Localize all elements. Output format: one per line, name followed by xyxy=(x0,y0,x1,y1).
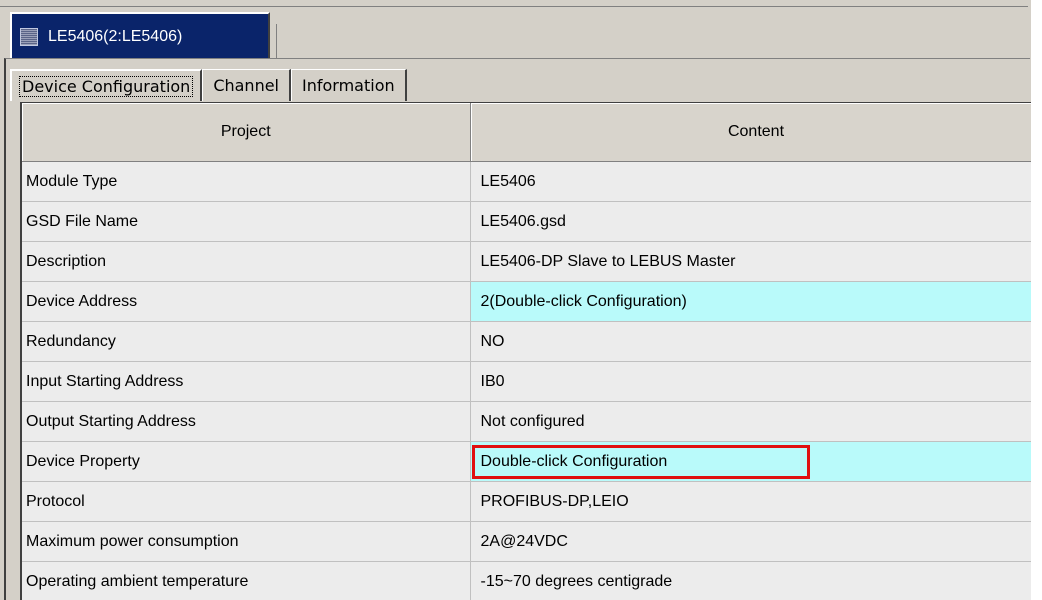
tab-label: Channel xyxy=(213,76,279,95)
tab-device-configuration[interactable]: Device Configuration xyxy=(10,69,203,101)
column-header-project[interactable]: Project xyxy=(22,103,471,162)
row-content-cell: IB0 xyxy=(470,361,1042,402)
tab-channel[interactable]: Channel xyxy=(202,69,291,101)
row-project-cell: Redundancy xyxy=(22,321,471,362)
document-tab[interactable]: LE5406(2:LE5406) xyxy=(10,12,270,58)
module-icon xyxy=(20,28,38,46)
row-content-cell: LE5406.gsd xyxy=(470,201,1042,242)
document-tab-inner: LE5406(2:LE5406) xyxy=(20,22,272,52)
table-row[interactable]: Maximum power consumption 2A@24VDC xyxy=(22,521,1042,562)
tab-information[interactable]: Information xyxy=(291,69,407,101)
table-header-row: Project Content xyxy=(22,103,1042,162)
row-content-editable-cell[interactable]: 2(Double-click Configuration) xyxy=(470,281,1042,322)
tab-label: Device Configuration xyxy=(18,75,194,97)
document-tab-label: LE5406(2:LE5406) xyxy=(48,28,183,45)
row-content-editable-cell[interactable]: Double-click Configuration xyxy=(470,441,1042,482)
row-content-cell: 2A@24VDC xyxy=(470,521,1042,562)
row-project-cell: Description xyxy=(22,241,471,282)
config-tabs: Device Configuration Channel Information xyxy=(10,69,407,101)
divider xyxy=(270,24,277,58)
window-edge xyxy=(1031,0,1042,600)
device-config-window: LE5406(2:LE5406) Device Configuration Ch… xyxy=(0,0,1042,600)
table-row[interactable]: Output Starting Address Not configured xyxy=(22,401,1042,442)
table-row[interactable]: Input Starting Address IB0 xyxy=(22,361,1042,402)
table-row[interactable]: Module Type LE5406 xyxy=(22,161,1042,202)
divider xyxy=(0,6,1028,7)
property-table-container: Project Content Module Type LE5406 GSD Fil… xyxy=(20,102,1042,600)
row-project-cell: Module Type xyxy=(22,161,471,202)
table-body: Module Type LE5406 GSD File Name LE5406.gsd… xyxy=(22,161,1042,600)
table-row[interactable]: Device Address 2(Double-click Configurati… xyxy=(22,281,1042,322)
row-content-cell: PROFIBUS-DP,LEIO xyxy=(470,481,1042,522)
row-content-cell: -15~70 degrees centigrade xyxy=(470,561,1042,600)
table-row[interactable]: Redundancy NO xyxy=(22,321,1042,362)
row-project-cell: Protocol xyxy=(22,481,471,522)
row-project-cell: Output Starting Address xyxy=(22,401,471,442)
row-content-cell: NO xyxy=(470,321,1042,362)
tab-label: Information xyxy=(302,76,395,95)
row-project-cell: Operating ambient temperature xyxy=(22,561,471,600)
row-project-cell: Device Property xyxy=(22,441,471,482)
table-row[interactable]: Operating ambient temperature -15~70 degr… xyxy=(22,561,1042,600)
row-project-cell: Maximum power consumption xyxy=(22,521,471,562)
row-project-cell: Input Starting Address xyxy=(22,361,471,402)
table-row[interactable]: Protocol PROFIBUS-DP,LEIO xyxy=(22,481,1042,522)
property-table: Project Content Module Type LE5406 GSD Fil… xyxy=(22,103,1042,600)
row-content-text: Double-click Configuration xyxy=(480,452,668,470)
row-content-cell: LE5406 xyxy=(470,161,1042,202)
document-tab-strip: LE5406(2:LE5406) xyxy=(0,0,1042,58)
row-content-cell: Not configured xyxy=(470,401,1042,442)
row-content-cell: LE5406-DP Slave to LEBUS Master xyxy=(470,241,1042,282)
table-row[interactable]: Device Property Double-click Configuratio… xyxy=(22,441,1042,482)
table-row[interactable]: Description LE5406-DP Slave to LEBUS Mast… xyxy=(22,241,1042,282)
row-project-cell: GSD File Name xyxy=(22,201,471,242)
row-project-cell: Device Address xyxy=(22,281,471,322)
column-header-content[interactable]: Content xyxy=(470,103,1042,162)
table-row[interactable]: GSD File Name LE5406.gsd xyxy=(22,201,1042,242)
